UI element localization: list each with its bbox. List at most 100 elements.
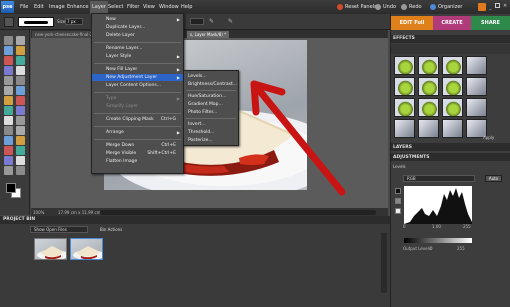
brush-icon[interactable]	[16, 46, 25, 55]
airbrush-icon[interactable]: ✎	[209, 18, 214, 25]
opacity-field[interactable]	[190, 18, 204, 25]
menu-image[interactable]: Image	[49, 4, 65, 10]
effect-thumbnail[interactable]	[442, 77, 463, 96]
tool-icon[interactable]	[16, 126, 25, 135]
layer-menu-item[interactable]: New Fill Layer ▶	[92, 66, 183, 73]
layer-menu-item[interactable]: Create Clipping Mask Ctrl+G	[92, 116, 183, 123]
brush-settings-icon[interactable]: ✎	[228, 18, 233, 25]
horizontal-scrollbar[interactable]	[100, 210, 376, 215]
tool-icon[interactable]	[16, 86, 25, 95]
tool-icon[interactable]	[4, 156, 13, 165]
effect-thumbnail[interactable]	[466, 56, 487, 75]
paint-bucket-icon[interactable]	[16, 56, 25, 65]
brush-preview[interactable]	[18, 17, 54, 27]
effect-thumbnail[interactable]	[418, 98, 439, 117]
magnifier-icon[interactable]	[4, 36, 13, 45]
layer-menu-item[interactable]: Simplify Layer	[92, 103, 183, 110]
crop-icon[interactable]	[4, 66, 13, 75]
effect-thumbnail[interactable]	[442, 56, 463, 75]
eraser-icon[interactable]	[4, 56, 13, 65]
layer-menu-item[interactable]: Type ▶	[92, 95, 183, 102]
layer-menu-item[interactable]: Arrange ▶	[92, 129, 183, 136]
hand-icon[interactable]	[16, 36, 25, 45]
document-tab-2[interactable]: s, Layer Mask/8) *	[187, 31, 230, 38]
tool-icon[interactable]	[4, 96, 13, 105]
tool-icon[interactable]	[16, 166, 25, 175]
output-black-value[interactable]: 0	[430, 246, 433, 251]
layer-menu-item[interactable]: Rename Layer...	[92, 45, 183, 52]
minimize-icon[interactable]: _	[489, 4, 492, 10]
layer-menu-item[interactable]: Flatten Image	[92, 158, 183, 165]
bin-actions-menu[interactable]: Bin Actions	[100, 227, 122, 232]
black-point-eyedropper-icon[interactable]	[395, 188, 401, 194]
effect-thumbnail[interactable]	[418, 77, 439, 96]
menu-edit[interactable]: Edit	[34, 4, 44, 10]
menu-view[interactable]: View	[143, 4, 155, 10]
size-input[interactable]: 7 px	[65, 18, 83, 25]
undo-button[interactable]: Undo	[383, 4, 396, 10]
layer-menu-item[interactable]: Merge Down Ctrl+E	[92, 142, 183, 149]
brush-tool-icon[interactable]	[4, 17, 14, 27]
tool-icon[interactable]	[4, 106, 13, 115]
output-white-value[interactable]: 255	[457, 246, 465, 251]
project-bin-scrollbar[interactable]	[381, 233, 387, 293]
reset-panels-button[interactable]: Reset Panels	[345, 4, 377, 10]
bin-thumbnail-2[interactable]	[70, 238, 103, 260]
tab-create[interactable]: CREATE	[433, 16, 471, 30]
effects-apply-button[interactable]: Apply	[483, 135, 494, 140]
input-black-value[interactable]: 0	[403, 224, 406, 229]
tool-icon[interactable]	[16, 146, 25, 155]
tool-icon[interactable]	[4, 166, 13, 175]
effect-thumbnail[interactable]	[466, 98, 487, 117]
tool-icon[interactable]	[4, 126, 13, 135]
tool-icon[interactable]	[4, 146, 13, 155]
arrow-annotation[interactable]	[16, 76, 25, 85]
layers-title[interactable]: LAYERS	[393, 145, 412, 150]
effect-thumbnail[interactable]	[394, 98, 415, 117]
layer-menu-item[interactable]: New Adjustment Layer ▶	[92, 74, 183, 81]
tool-icon[interactable]	[16, 136, 25, 145]
show-open-files-select[interactable]: Show Open Files	[30, 226, 88, 233]
tool-icon[interactable]	[4, 136, 13, 145]
effect-thumbnail[interactable]	[442, 98, 463, 117]
layer-menu-item[interactable]: Duplicate Layer...	[92, 24, 183, 31]
gray-point-eyedropper-icon[interactable]	[395, 198, 401, 204]
menu-file[interactable]: File	[20, 4, 28, 10]
layer-menu-item[interactable]: Merge Visible Shift+Ctrl+E	[92, 150, 183, 157]
tool-icon[interactable]	[16, 106, 25, 115]
layer-menu-item[interactable]: New ▶	[92, 16, 183, 23]
effect-thumbnail[interactable]	[418, 56, 439, 75]
effect-thumbnail[interactable]	[394, 77, 415, 96]
tool-icon[interactable]	[16, 156, 25, 165]
menu-help[interactable]: Help	[181, 4, 192, 10]
effect-thumbnail[interactable]	[466, 77, 487, 96]
tool-icon[interactable]	[16, 116, 25, 125]
tab-share[interactable]: SHARE	[471, 16, 510, 30]
menu-select[interactable]: Select	[108, 4, 123, 10]
layer-menu-item[interactable]: Delete Layer	[92, 32, 183, 39]
layer-menu-item[interactable]: Layer Content Options...	[92, 82, 183, 89]
tool-icon[interactable]	[4, 86, 13, 95]
redo-button[interactable]: Redo	[409, 4, 422, 10]
tool-icon[interactable]	[16, 96, 25, 105]
channel-select[interactable]: RGB	[403, 175, 475, 182]
effect-thumbnail[interactable]	[442, 119, 463, 138]
shape-icon[interactable]	[4, 76, 13, 85]
close-icon[interactable]: ✕	[503, 3, 507, 9]
foreground-color-swatch[interactable]	[6, 183, 16, 193]
effect-thumbnail[interactable]	[418, 119, 439, 138]
effect-thumbnail[interactable]	[394, 56, 415, 75]
organizer-button[interactable]: Organizer	[438, 4, 462, 10]
text-icon[interactable]	[16, 66, 25, 75]
menu-enhance[interactable]: Enhance	[67, 4, 89, 10]
zoom-level[interactable]: 100%	[33, 210, 44, 215]
eyedropper-icon[interactable]	[4, 46, 13, 55]
help-icon[interactable]	[478, 3, 486, 11]
effect-thumbnail[interactable]	[394, 119, 415, 138]
layer-menu-item[interactable]: Layer Style ▶	[92, 53, 183, 60]
maximize-icon[interactable]	[495, 3, 500, 8]
input-white-value[interactable]: 255	[463, 224, 471, 229]
auto-button[interactable]: Auto	[485, 175, 502, 182]
menu-filter[interactable]: Filter	[127, 4, 139, 10]
bin-thumbnail-1[interactable]	[34, 238, 67, 260]
